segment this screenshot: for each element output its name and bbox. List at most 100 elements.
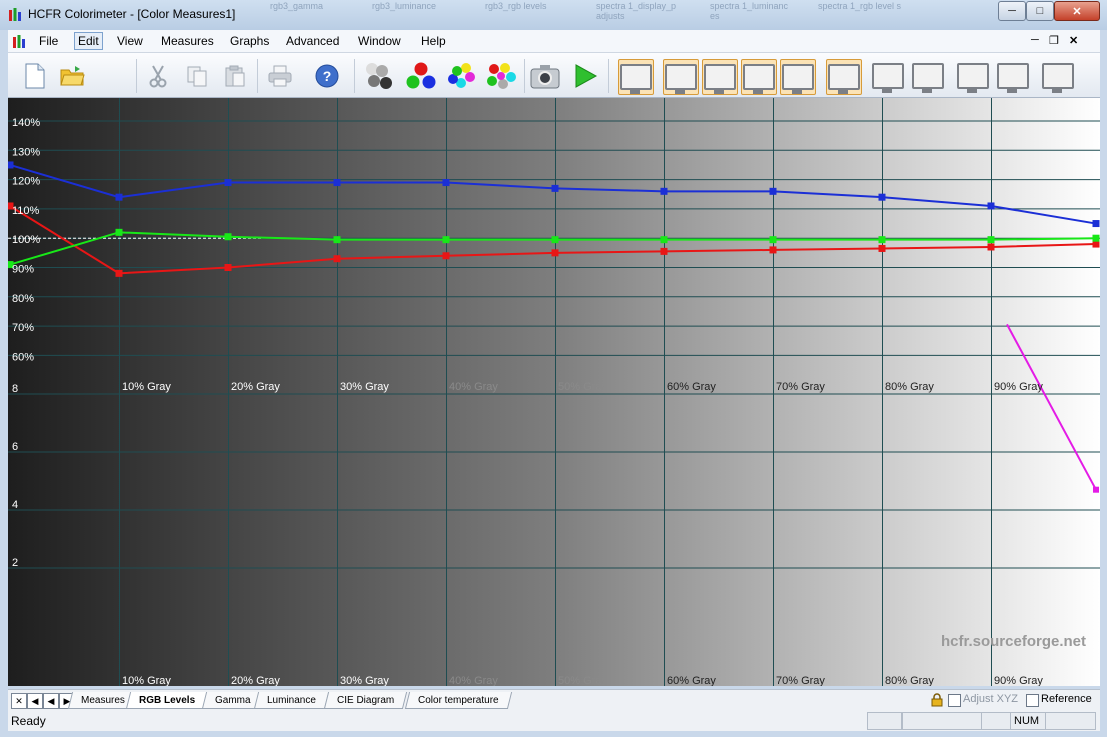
mdi-close-button[interactable]: ✕ xyxy=(1066,33,1081,48)
luminance-compare-view-icon xyxy=(912,63,944,93)
help-icon: ? xyxy=(315,64,339,88)
reference-checkbox[interactable] xyxy=(1026,694,1039,707)
gray-scale-balls-icon xyxy=(366,63,392,89)
data-point xyxy=(551,236,559,244)
data-point xyxy=(333,255,341,263)
multi-curve-view-icon xyxy=(1042,63,1074,93)
y-tick-label-top: 80% xyxy=(12,293,34,305)
previous-tab-button[interactable]: ◀ xyxy=(43,693,59,709)
y-tick-label-top: 100% xyxy=(12,234,40,246)
data-point xyxy=(878,236,886,244)
data-point xyxy=(333,179,341,187)
menu-advanced[interactable]: Advanced xyxy=(283,33,342,49)
data-point xyxy=(224,179,232,187)
measures-view-toggle[interactable] xyxy=(618,59,654,95)
menu-graphs[interactable]: Graphs xyxy=(227,33,272,49)
status-panel xyxy=(902,712,983,730)
toolbar-separator xyxy=(136,59,137,93)
status-panel xyxy=(981,712,1012,730)
window-maximize-button[interactable]: □ xyxy=(1026,1,1054,21)
menu-file[interactable]: File xyxy=(36,33,61,49)
status-text: Ready xyxy=(11,714,46,728)
primary-colors-balls-icon xyxy=(406,62,436,89)
x-category-label: 10% Gray xyxy=(122,381,171,393)
menu-view[interactable]: View xyxy=(114,33,146,49)
close-view-button[interactable]: ✕ xyxy=(11,693,27,709)
x-category-label: 90% Gray xyxy=(994,675,1043,686)
data-point xyxy=(551,249,559,257)
new-document-button[interactable] xyxy=(18,59,52,93)
rgb-levels-view-toggle[interactable] xyxy=(741,59,777,95)
x-category-label: 40% Gray xyxy=(449,675,498,686)
paste-button[interactable] xyxy=(218,59,252,93)
y-tick-label-top: 70% xyxy=(12,322,34,334)
luminance-view-icon xyxy=(704,64,736,94)
window-minimize-button[interactable]: ─ xyxy=(998,1,1026,21)
menu-window[interactable]: Window xyxy=(355,33,404,49)
toolbar-separator xyxy=(608,59,609,93)
menu-edit[interactable]: Edit xyxy=(74,32,103,50)
camera-button[interactable] xyxy=(528,59,562,93)
gamma-compare-view-button[interactable] xyxy=(871,59,905,93)
help-button[interactable]: ? xyxy=(310,59,344,93)
gray-scale-measure-button[interactable] xyxy=(362,59,396,93)
open-button[interactable] xyxy=(56,59,90,93)
secondary-colors-measure-button[interactable] xyxy=(444,59,478,93)
measures-view-icon xyxy=(620,64,652,94)
ghost-window-label: rgb3_rgb levels xyxy=(485,1,547,11)
data-point xyxy=(878,193,886,201)
camera-icon xyxy=(530,65,560,89)
x-category-label: 70% Gray xyxy=(776,381,825,393)
play-measure-icon xyxy=(575,64,598,88)
mdi-restore-button[interactable]: ❐ xyxy=(1046,33,1062,48)
rgb-levels-view-icon xyxy=(743,64,775,94)
all-colors-balls-icon xyxy=(487,63,516,89)
mdi-minimize-button[interactable]: ─ xyxy=(1028,33,1042,47)
window-close-button[interactable]: ✕ xyxy=(1054,1,1100,21)
primary-colors-measure-button[interactable] xyxy=(404,59,438,93)
tab-cie-diagram[interactable]: CIE Diagram xyxy=(323,692,408,709)
copy-button[interactable] xyxy=(180,59,214,93)
menu-help[interactable]: Help xyxy=(418,33,449,49)
y-tick-label-bottom: 4 xyxy=(12,499,18,511)
app-logo-icon xyxy=(9,8,21,21)
menu-measures[interactable]: Measures xyxy=(158,33,217,49)
copy-icon xyxy=(187,66,207,87)
cie-diagram-view-toggle[interactable] xyxy=(826,59,862,95)
first-tab-button[interactable]: ◀ xyxy=(27,693,43,709)
multi-curve-view-button[interactable] xyxy=(1041,59,1075,93)
rgb-levels-chart: 140% 130% 120% 110% 100% 90% 80% 70% 60% 8 6 4 2 10% … xyxy=(8,98,1100,686)
colors-view-button[interactable] xyxy=(956,59,990,93)
tab-luminance[interactable]: Luminance xyxy=(253,692,330,709)
x-category-label: 20% Gray xyxy=(231,675,280,686)
data-point xyxy=(878,244,886,252)
x-category-label: 50% Gray xyxy=(558,381,607,393)
cie-diagram-view-icon xyxy=(828,64,860,94)
data-point xyxy=(8,161,14,169)
luminance-view-toggle[interactable] xyxy=(702,59,738,95)
data-point xyxy=(1092,220,1100,228)
tab-rgb-levels[interactable]: RGB Levels xyxy=(125,692,209,709)
cut-button[interactable] xyxy=(141,59,175,93)
y-tick-label-top: 60% xyxy=(12,351,34,363)
print-button[interactable] xyxy=(263,59,297,93)
data-point xyxy=(224,264,232,271)
color-temperature-view-toggle[interactable] xyxy=(780,59,816,95)
all-colors-measure-button[interactable] xyxy=(484,59,518,93)
adjust-xyz-checkbox[interactable] xyxy=(948,694,961,707)
lock-icon xyxy=(931,693,943,707)
start-measure-button[interactable] xyxy=(568,59,602,93)
saturation-view-icon xyxy=(997,63,1029,93)
tab-color-temperature[interactable]: Color temperature xyxy=(404,692,512,709)
gamma-view-toggle[interactable] xyxy=(663,59,699,95)
ghost-window-label: spectra 1_luminanc es xyxy=(710,1,789,21)
luminance-compare-view-button[interactable] xyxy=(911,59,945,93)
num-lock-indicator: NUM xyxy=(1010,712,1047,730)
y-tick-label-bottom: 6 xyxy=(12,441,18,453)
toolbar: ? xyxy=(8,53,1100,98)
saturation-view-button[interactable] xyxy=(996,59,1030,93)
data-point xyxy=(442,179,450,187)
x-category-label: 70% Gray xyxy=(776,675,825,686)
data-point xyxy=(769,246,777,254)
y-tick-label-bottom: 2 xyxy=(12,557,18,569)
